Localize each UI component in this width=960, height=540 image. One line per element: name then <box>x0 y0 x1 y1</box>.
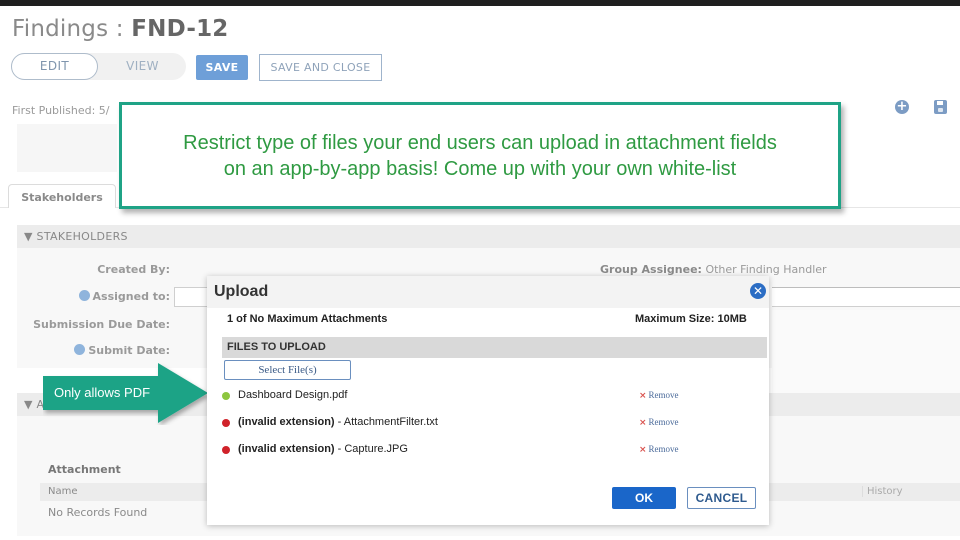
no-records-text: No Records Found <box>48 506 148 519</box>
remove-file-link[interactable]: × Remove <box>639 390 679 401</box>
callout-line-1: Restrict type of files your end users ca… <box>183 132 777 154</box>
attachment-count-text: 1 of No Maximum Attachments <box>227 313 388 325</box>
plus-circle-icon[interactable]: + <box>895 100 909 114</box>
right-field-input[interactable] <box>772 287 960 307</box>
select-files-button[interactable]: Select File(s) <box>224 360 351 380</box>
file-name-text: - AttachmentFilter.txt <box>334 416 438 428</box>
file-row: (invalid extension) - AttachmentFilter.t… <box>222 415 752 433</box>
remove-x-icon: × <box>639 418 647 428</box>
remove-x-icon: × <box>639 391 647 401</box>
mode-toggle: EDIT VIEW <box>11 53 186 80</box>
page-title: Findings : FND-12 <box>12 16 228 42</box>
column-header-history[interactable]: History <box>862 486 903 497</box>
dialog-header: Upload ✕ <box>207 276 769 308</box>
file-name-text: Dashboard Design.pdf <box>238 389 348 401</box>
group-assignee-label: Group Assignee: <box>600 263 702 276</box>
assigned-to-text: Assigned to: <box>92 290 170 303</box>
file-name: (invalid extension) - AttachmentFilter.t… <box>238 416 438 428</box>
callout-line-2: on an app-by-app basis! Come up with you… <box>223 158 737 180</box>
submit-date-label: Submit Date: <box>40 344 170 357</box>
remove-x-icon: × <box>639 445 647 455</box>
file-name-text: - Capture.JPG <box>334 443 408 455</box>
remove-file-link[interactable]: × Remove <box>639 444 679 455</box>
feature-callout: Restrict type of files your end users ca… <box>119 102 841 209</box>
column-header-name[interactable]: Name <box>48 486 78 497</box>
help-icon[interactable] <box>78 290 90 301</box>
record-id: FND-12 <box>131 16 229 42</box>
floppy-disk-icon[interactable] <box>934 100 947 114</box>
submission-due-date-label: Submission Due Date: <box>33 318 170 331</box>
save-and-close-button[interactable]: SAVE AND CLOSE <box>259 54 382 81</box>
tab-stakeholders[interactable]: Stakeholders <box>8 184 116 208</box>
header-info-panel <box>17 124 117 172</box>
invalid-status-icon <box>222 446 230 454</box>
help-icon[interactable] <box>74 344 86 355</box>
remove-label: Remove <box>648 417 679 427</box>
remove-file-link[interactable]: × Remove <box>639 417 679 428</box>
page-title-prefix: Findings : <box>12 16 132 42</box>
remove-label: Remove <box>648 390 679 400</box>
file-status-prefix: (invalid extension) <box>238 416 335 428</box>
invalid-status-icon <box>222 419 230 427</box>
submit-date-text: Submit Date: <box>88 344 170 357</box>
edit-mode-button[interactable]: EDIT <box>11 53 98 80</box>
attachment-label: Attachment <box>48 463 121 476</box>
close-circle-icon[interactable]: ✕ <box>750 283 766 299</box>
cancel-button[interactable]: CANCEL <box>687 487 756 509</box>
save-button[interactable]: SAVE <box>196 55 248 80</box>
file-row: Dashboard Design.pdf × Remove <box>222 388 752 406</box>
file-status-prefix: (invalid extension) <box>238 443 335 455</box>
valid-status-icon <box>222 392 230 400</box>
arrow-note-text: Only allows PDF <box>53 385 151 400</box>
max-size-text: Maximum Size: 10MB <box>635 313 747 325</box>
ok-button[interactable]: OK <box>612 487 676 509</box>
file-name: Dashboard Design.pdf <box>238 389 347 401</box>
stakeholders-section-header[interactable]: ▼ STAKEHOLDERS <box>17 225 960 248</box>
view-mode-button[interactable]: VIEW <box>99 53 186 80</box>
first-published-text: First Published: 5/ <box>12 104 110 117</box>
dialog-title: Upload <box>214 283 269 300</box>
remove-label: Remove <box>648 444 679 454</box>
group-assignee-field: Group Assignee: Other Finding Handler <box>600 263 827 276</box>
files-to-upload-header: FILES TO UPLOAD <box>222 337 767 358</box>
file-row: (invalid extension) - Capture.JPG × Remov… <box>222 442 752 460</box>
upload-dialog: Upload ✕ 1 of No Maximum Attachments Max… <box>207 276 769 525</box>
window-top-bar <box>0 0 960 6</box>
right-field-panel <box>772 310 960 395</box>
file-name: (invalid extension) - Capture.JPG <box>238 443 408 455</box>
group-assignee-value: Other Finding Handler <box>705 263 827 276</box>
assigned-to-label: Assigned to: <box>40 290 170 303</box>
created-by-label: Created By: <box>97 263 170 276</box>
